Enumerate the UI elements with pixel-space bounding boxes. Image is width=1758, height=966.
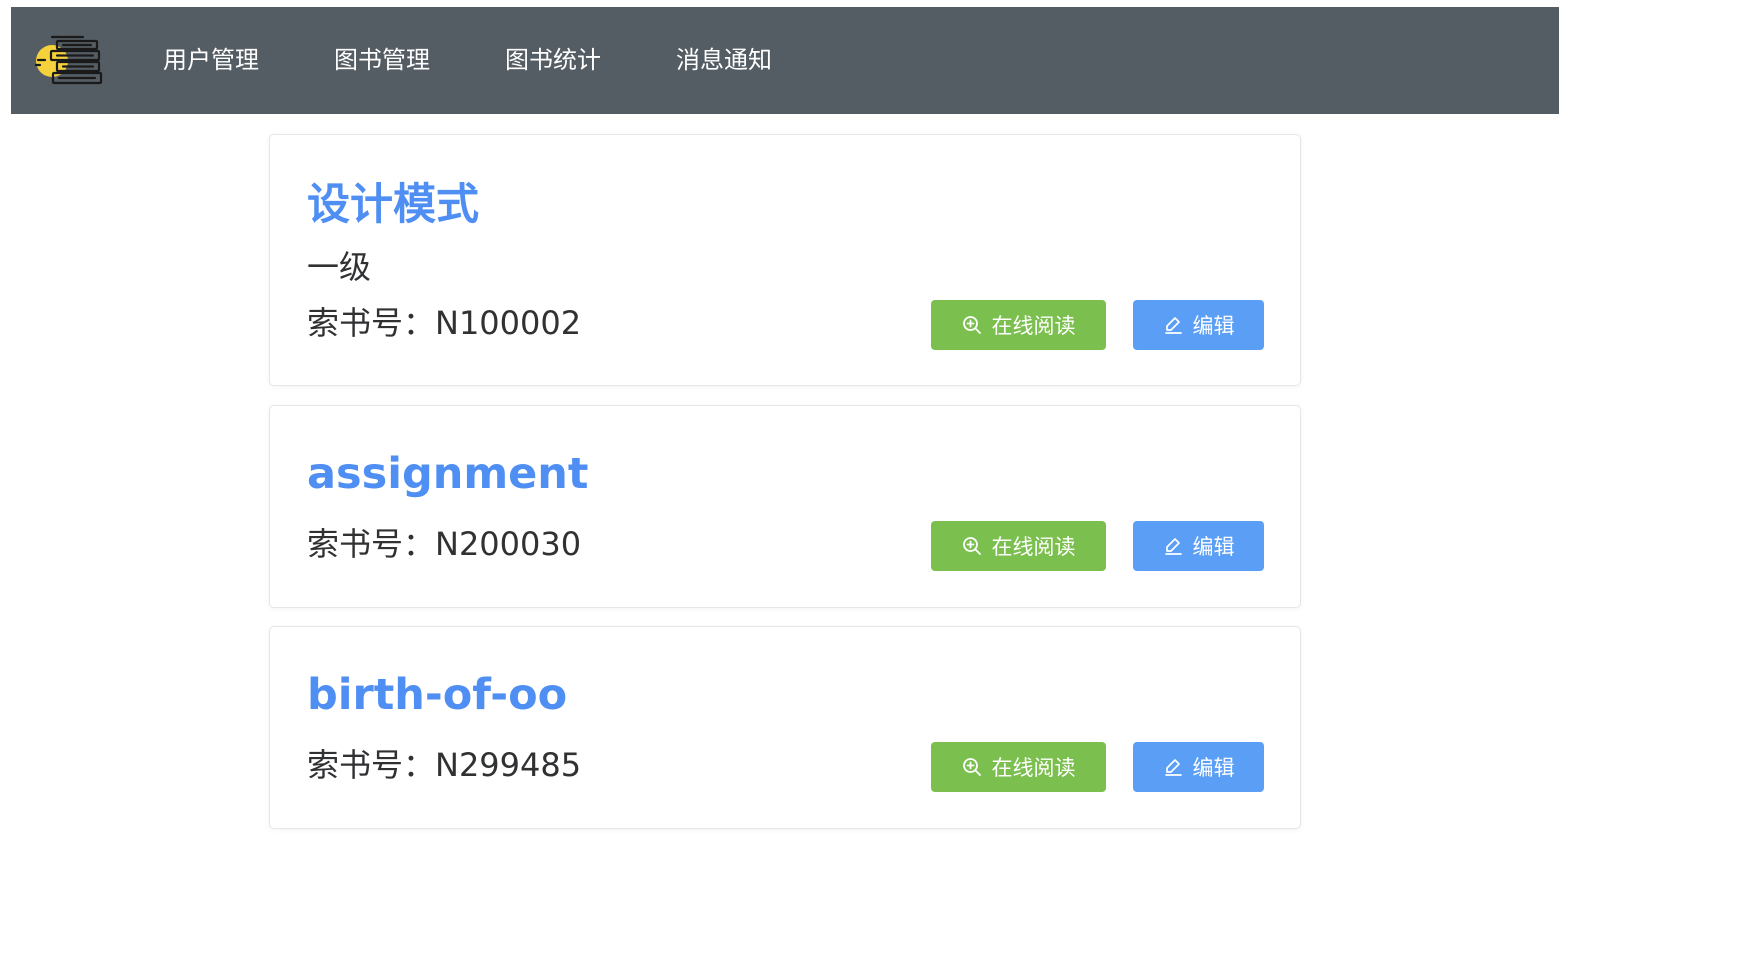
book-call-number: 索书号：N100002 bbox=[307, 304, 582, 342]
edit-button[interactable]: 编辑 bbox=[1133, 300, 1264, 350]
edit-button[interactable]: 编辑 bbox=[1133, 742, 1264, 792]
book-card: assignment 索书号：N200030 在线阅读 编辑 bbox=[269, 405, 1301, 608]
zoom-in-icon bbox=[962, 758, 981, 776]
edit-label: 编辑 bbox=[1192, 314, 1235, 338]
book-title[interactable]: birth-of-oo bbox=[307, 669, 567, 721]
book-title[interactable]: 设计模式 bbox=[307, 179, 479, 231]
top-navbar: 用户管理 图书管理 图书统计 消息通知 bbox=[11, 7, 1559, 114]
book-stack-logo-icon[interactable] bbox=[34, 33, 107, 91]
nav-item-notifications[interactable]: 消息通知 bbox=[676, 7, 772, 114]
read-online-button[interactable]: 在线阅读 bbox=[931, 742, 1106, 792]
read-online-label: 在线阅读 bbox=[991, 756, 1076, 780]
read-online-button[interactable]: 在线阅读 bbox=[931, 521, 1106, 571]
read-online-label: 在线阅读 bbox=[991, 535, 1076, 559]
nav-item-book-statistics[interactable]: 图书统计 bbox=[505, 7, 601, 114]
book-title[interactable]: assignment bbox=[307, 448, 588, 500]
book-call-number: 索书号：N299485 bbox=[307, 746, 582, 784]
book-level: 一级 bbox=[307, 248, 372, 286]
nav-item-user-management[interactable]: 用户管理 bbox=[163, 7, 259, 114]
read-online-button[interactable]: 在线阅读 bbox=[931, 300, 1106, 350]
book-card: birth-of-oo 索书号：N299485 在线阅读 编辑 bbox=[269, 626, 1301, 829]
edit-pencil-icon bbox=[1164, 538, 1182, 555]
zoom-in-icon bbox=[962, 316, 981, 334]
edit-pencil-icon bbox=[1164, 759, 1182, 776]
edit-label: 编辑 bbox=[1192, 756, 1235, 780]
edit-label: 编辑 bbox=[1192, 535, 1235, 559]
book-call-number: 索书号：N200030 bbox=[307, 525, 582, 563]
edit-pencil-icon bbox=[1164, 317, 1182, 334]
nav-item-book-management[interactable]: 图书管理 bbox=[334, 7, 430, 114]
edit-button[interactable]: 编辑 bbox=[1133, 521, 1264, 571]
zoom-in-icon bbox=[962, 537, 981, 555]
read-online-label: 在线阅读 bbox=[991, 314, 1076, 338]
book-card: 设计模式 一级 索书号：N100002 在线阅读 编辑 bbox=[269, 134, 1301, 386]
